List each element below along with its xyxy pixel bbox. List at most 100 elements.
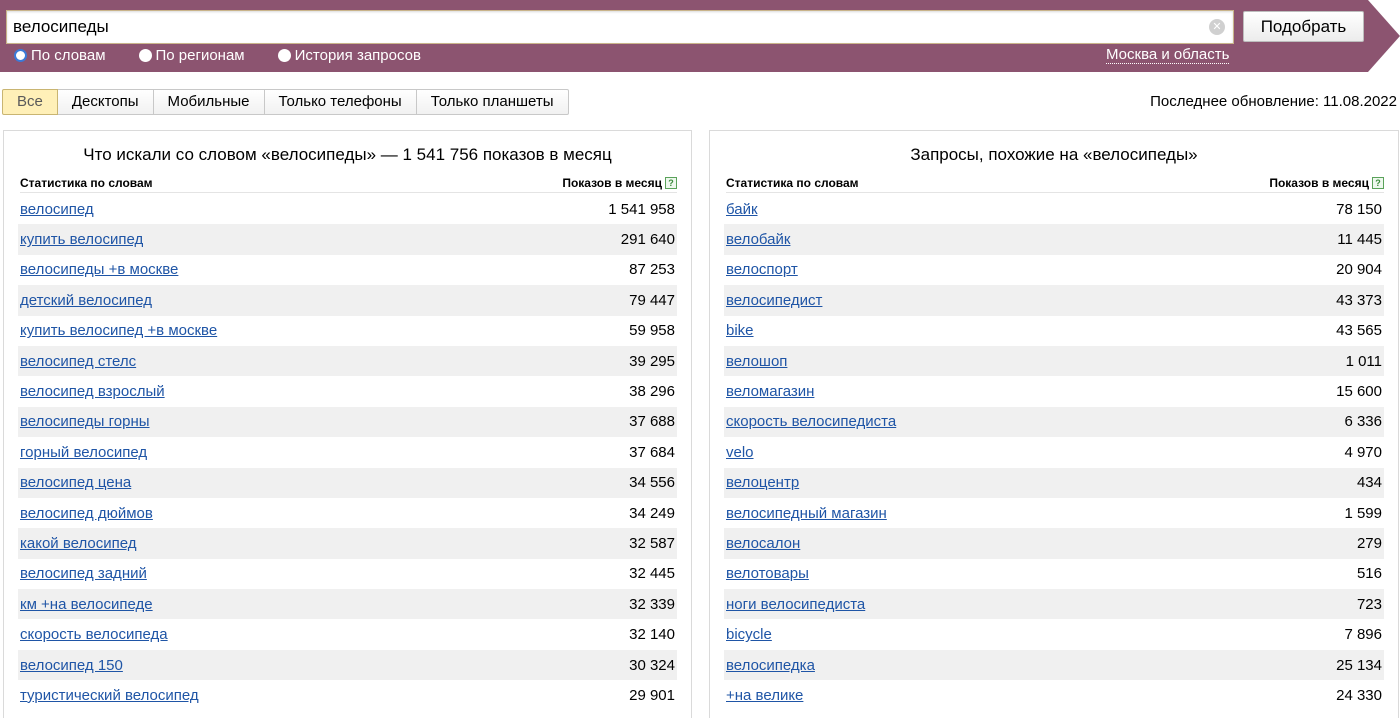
keyword-link[interactable]: велотовары (726, 565, 809, 582)
keyword-link[interactable]: велосипедный магазин (726, 505, 887, 522)
submit-button[interactable]: Подобрать (1243, 11, 1364, 42)
impressions-count: 15 600 (1336, 383, 1382, 401)
keyword-link[interactable]: детский велосипед (20, 292, 152, 309)
device-tabs: Все Десктопы Мобильные Только телефоны Т… (2, 89, 569, 115)
table-row: велосипед цена 34 556 (18, 467, 677, 498)
keyword-link[interactable]: +на велике (726, 687, 803, 704)
keyword-link[interactable]: купить велосипед +в москве (20, 322, 217, 339)
keyword-link[interactable]: велосипед взрослый (20, 383, 165, 400)
related-words-panel: Что искали со словом «велосипеды» — 1 54… (3, 130, 692, 718)
tab-mobile[interactable]: Мобильные (153, 89, 265, 115)
impressions-count: 7 896 (1344, 626, 1382, 644)
impressions-count: 4 970 (1344, 443, 1382, 461)
table-row: какой велосипед 32 587 (18, 528, 677, 559)
table-row: +на велике 24 330 (724, 680, 1384, 710)
radio-selected-icon (14, 49, 27, 62)
clear-icon[interactable]: ✕ (1209, 19, 1225, 35)
help-icon[interactable]: ? (1372, 177, 1384, 189)
keyword-table: байк 78 150 велобайк 11 445 велоспорт 20 904 в… (724, 194, 1384, 711)
region-selector[interactable]: Москва и область (1106, 46, 1230, 64)
tab-tablets-only[interactable]: Только планшеты (416, 89, 569, 115)
table-row: велотовары 516 (724, 559, 1384, 589)
keyword-link[interactable]: велосипеды +в москве (20, 261, 178, 278)
impressions-count: 516 (1356, 565, 1382, 583)
impressions-count: 37 684 (629, 443, 675, 461)
keyword-link[interactable]: скорость велосипедиста (726, 413, 896, 430)
divider (726, 192, 1384, 193)
keyword-link[interactable]: bike (726, 322, 754, 339)
impressions-count: 434 (1356, 474, 1382, 492)
keyword-link[interactable]: км +на велосипеде (20, 596, 153, 613)
keyword-link[interactable]: велосалон (726, 535, 800, 552)
table-row: скорость велосипедиста 6 336 (724, 406, 1384, 438)
impressions-count: 32 140 (629, 626, 675, 644)
tab-desktops[interactable]: Десктопы (57, 89, 154, 115)
mode-label: История запросов (294, 47, 421, 64)
mode-label: По словам (31, 47, 106, 64)
keyword-link[interactable]: велосипед (20, 201, 94, 218)
keyword-link[interactable]: байк (726, 201, 758, 218)
help-icon[interactable]: ? (665, 177, 677, 189)
keyword-link[interactable]: bicycle (726, 626, 772, 643)
impressions-count: 723 (1356, 595, 1382, 613)
impressions-count: 32 587 (629, 534, 675, 552)
keyword-link[interactable]: велосипед задний (20, 565, 147, 582)
keyword-link[interactable]: велошоп (726, 353, 787, 370)
impressions-count: 87 253 (629, 261, 675, 279)
search-mode-group: По словам По регионам История запросов (14, 47, 454, 64)
keyword-link[interactable]: купить велосипед (20, 231, 143, 248)
table-row: велосалон 279 (724, 528, 1384, 559)
column-header-keyword: Статистика по словам (726, 176, 859, 190)
table-row: велосипед 1 541 958 (18, 194, 677, 224)
mode-by-words[interactable]: По словам (14, 47, 106, 64)
keyword-link[interactable]: какой велосипед (20, 535, 137, 552)
impressions-count: 20 904 (1336, 261, 1382, 279)
table-row: велосипед стелс 39 295 (18, 345, 677, 377)
impressions-count: 1 599 (1344, 504, 1382, 522)
table-row: велобайк 11 445 (724, 224, 1384, 255)
search-input[interactable] (7, 11, 1202, 43)
keyword-link[interactable]: велосипед 150 (20, 657, 123, 674)
keyword-link[interactable]: скорость велосипеда (20, 626, 168, 643)
radio-icon (138, 49, 152, 62)
table-row: bicycle 7 896 (724, 619, 1384, 649)
table-row: детский велосипед 79 447 (18, 285, 677, 316)
impressions-count: 29 901 (629, 686, 675, 704)
keyword-link[interactable]: велобайк (726, 231, 790, 248)
keyword-link[interactable]: велоспорт (726, 261, 798, 278)
impressions-count: 34 556 (629, 474, 675, 492)
keyword-link[interactable]: горный велосипед (20, 444, 147, 461)
impressions-count: 25 134 (1336, 656, 1382, 674)
impressions-count: 39 295 (629, 352, 675, 370)
keyword-link[interactable]: велоцентр (726, 474, 799, 491)
column-header-keyword: Статистика по словам (20, 176, 153, 190)
panel-title: Что искали со словом «велосипеды» — 1 54… (83, 145, 612, 164)
impressions-count: 24 330 (1336, 686, 1382, 704)
keyword-link[interactable]: велосипед стелс (20, 353, 136, 370)
impressions-count: 1 541 958 (608, 200, 675, 218)
column-header-count-label: Показов в месяц (562, 176, 662, 190)
impressions-count: 59 958 (629, 322, 675, 340)
keyword-link[interactable]: велосипеды горны (20, 413, 150, 430)
mode-by-regions[interactable]: По регионам (138, 47, 245, 64)
impressions-count: 291 640 (620, 231, 675, 249)
table-row: велоцентр 434 (724, 467, 1384, 498)
keyword-link[interactable]: веломагазин (726, 383, 814, 400)
tab-all[interactable]: Все (2, 89, 58, 115)
impressions-count: 30 324 (629, 656, 675, 674)
column-header-count: Показов в месяц ? (1269, 176, 1384, 190)
keyword-link[interactable]: ноги велосипедиста (726, 596, 865, 613)
keyword-link[interactable]: велосипедка (726, 657, 815, 674)
keyword-link[interactable]: velo (726, 444, 754, 461)
impressions-count: 79 447 (629, 291, 675, 309)
impressions-count: 32 339 (629, 595, 675, 613)
mode-history[interactable]: История запросов (277, 47, 421, 64)
keyword-link[interactable]: велосипед цена (20, 474, 131, 491)
tab-phones-only[interactable]: Только телефоны (264, 89, 417, 115)
impressions-count: 1 011 (1345, 352, 1382, 370)
keyword-link[interactable]: велосипед дюймов (20, 505, 153, 522)
impressions-count: 32 445 (629, 565, 675, 583)
keyword-link[interactable]: туристический велосипед (20, 687, 199, 704)
table-row: bike 43 565 (724, 316, 1384, 346)
keyword-link[interactable]: велосипедист (726, 292, 822, 309)
